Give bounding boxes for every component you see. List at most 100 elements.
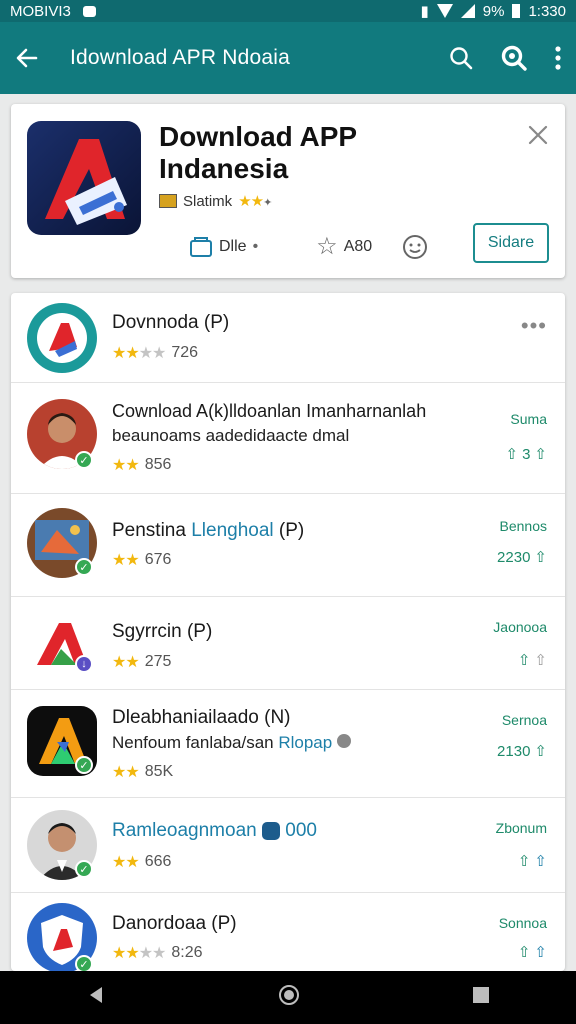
search-filled-icon[interactable] [500,44,528,72]
item-rating: ★★ 676 [112,550,171,570]
rating-stars: ★★★★ [112,945,166,962]
item-count: 2230 [497,548,531,566]
item-actions[interactable]: 2230 ⇧ [497,548,547,567]
app-title: Download APP Indanesia [159,121,357,184]
app-publisher: Slatimk ★★✦ [159,192,272,210]
thumb-up-icon[interactable]: ⇧ [518,651,531,669]
rating-stars: ★★ [112,552,140,569]
item-subtitle-accent: Rlopap [278,733,333,752]
share-icon[interactable]: ⇧ [534,852,547,870]
home-nav-icon[interactable] [278,984,300,1011]
item-label: Bennos [499,518,547,534]
item-label: Jaonooa [493,619,547,635]
thumb-up-icon[interactable]: ⇧ [518,943,531,961]
rating-count: 8:26 [171,944,203,961]
item-title: Cownload A(k)lldoanlan Imanharnanlah [112,401,427,421]
item-count: 3 [522,445,531,463]
item-title-accent: Llenghoal [191,520,274,541]
more-options-icon[interactable]: ••• [521,313,547,339]
side-button[interactable]: Sidare [473,223,549,263]
overflow-menu-icon[interactable] [554,45,562,71]
list-item[interactable]: ↓ Sgyrrcin (P) ★★ 275 Jaonooa ⇧ ⇧ [11,597,565,690]
item-subtitle: Nenfoum fanlaba/san Rlopap [112,733,351,753]
app-bar: Idownload APR Ndoaia [0,22,576,94]
item-label: Sernoa [501,712,547,728]
vibrate-icon: ▮ [420,3,429,20]
item-title: Dleabhaniailaado (N) [112,707,291,728]
verified-badge-icon: ✓ [75,860,93,878]
item-label: Sonnoa [498,915,547,931]
share-icon[interactable]: ⇧ [534,445,547,463]
share-icon[interactable]: ⇧ [534,943,547,961]
rating-stars: ★★ [112,854,140,871]
item-title-text: Penstina [112,520,192,541]
item-title: Penstina Llenghoal (P) [112,520,304,542]
item-rating: ★★ 275 [112,652,171,672]
system-nav-bar [0,971,576,1024]
search-icon[interactable] [448,45,474,71]
file-action[interactable]: Dlle • [189,236,258,258]
item-actions[interactable]: ⇧ ⇧ [518,852,547,870]
item-label: Suma [510,411,547,427]
verified-badge-icon: ✓ [75,955,93,971]
close-icon[interactable] [527,124,549,151]
rate-action[interactable]: ☆ A80 [316,232,372,261]
rating-count: 85K [144,763,174,780]
list-item[interactable]: ✓ Dleabhaniailaado (N) Nenfoum fanlaba/s… [11,690,565,798]
item-actions[interactable]: 2130 ⇧ [497,742,547,761]
list-item[interactable]: Dovnnoda (P) ★★★★ 726 ••• [11,293,565,383]
rating-stars: ★★ [112,654,140,671]
rating-count: 726 [171,344,199,361]
rate-action-label: A80 [343,237,373,255]
rating-count: 676 [144,551,172,568]
item-rating: ★★★★ 8:26 [112,943,203,963]
rating-stars: ★★★★ [112,345,166,362]
badge-icon [261,821,280,840]
carrier-label: MOBIVI3 [10,2,71,20]
rating-count: 856 [144,456,172,473]
list-item[interactable]: ✓ Danordoaa (P) ★★★★ 8:26 Sonnoa ⇧ ⇧ [11,893,565,971]
thumb-up-icon[interactable]: ⇧ [518,852,531,870]
smiley-icon [403,234,428,259]
list-item[interactable]: ✓ Penstina Llenghoal (P) ★★ 676 Bennos 22… [11,494,565,597]
clock: 1:330 [528,2,566,20]
publisher-name: Slatimk [183,192,233,210]
rating-count: 666 [144,853,172,870]
rating-stars: ★★ [112,764,140,781]
rating-stars: ★★ [112,457,140,474]
item-label: Zbonum [495,820,547,836]
item-subtitle: beaunoams aadedidaacte dmal [112,426,350,445]
item-title-text: Ramleoagnmoan [112,820,257,841]
app-list: Dovnnoda (P) ★★★★ 726 ••• ✓ Cownload A(k)… [11,293,565,971]
rating-count: 275 [144,653,172,670]
flag-icon [159,194,177,208]
download-badge-icon: ↓ [75,655,93,673]
back-arrow-icon[interactable] [14,45,40,71]
item-actions[interactable]: ⇧ 3 ⇧ [506,445,548,464]
item-actions[interactable]: ⇧ ⇧ [518,943,547,961]
item-rating: ★★ 85K [112,762,173,782]
item-title-suffix: (P) [273,520,305,541]
recents-nav-icon[interactable] [472,986,490,1009]
rating-stars: ★★✦ [238,193,272,210]
share-icon[interactable]: ⇧ [534,651,547,669]
item-count: 2130 [497,742,531,760]
item-title: Sgyrrcin (P) [112,621,213,642]
app-bar-title: Idownload APR Ndoaia [70,46,290,69]
emoji-action[interactable] [402,234,428,260]
item-rating: ★★ 666 [112,852,171,872]
thumb-up-icon[interactable]: ⇧ [506,445,519,463]
list-item[interactable]: ✓ Cownload A(k)lldoanlan Imanharnanlah b… [11,383,565,494]
back-nav-icon[interactable] [86,985,106,1010]
file-action-label: Dlle [219,237,247,255]
app-detail-card: Download APP Indanesia Slatimk ★★✦ Dlle … [11,104,565,278]
star-outline-icon: ☆ [316,233,338,260]
status-bar: MOBIVI3 ▮ 9% 1:330 [0,0,576,22]
battery-icon [512,4,521,18]
share-icon[interactable]: ⇧ [534,548,547,566]
list-item[interactable]: ✓ Ramleoagnmoan 000 ★★ 666 Zbonum ⇧ ⇧ [11,798,565,893]
wifi-icon [436,4,453,18]
item-actions[interactable]: ⇧ ⇧ [518,651,547,669]
battery-text: 9% [482,2,505,20]
share-icon[interactable]: ⇧ [534,742,547,760]
